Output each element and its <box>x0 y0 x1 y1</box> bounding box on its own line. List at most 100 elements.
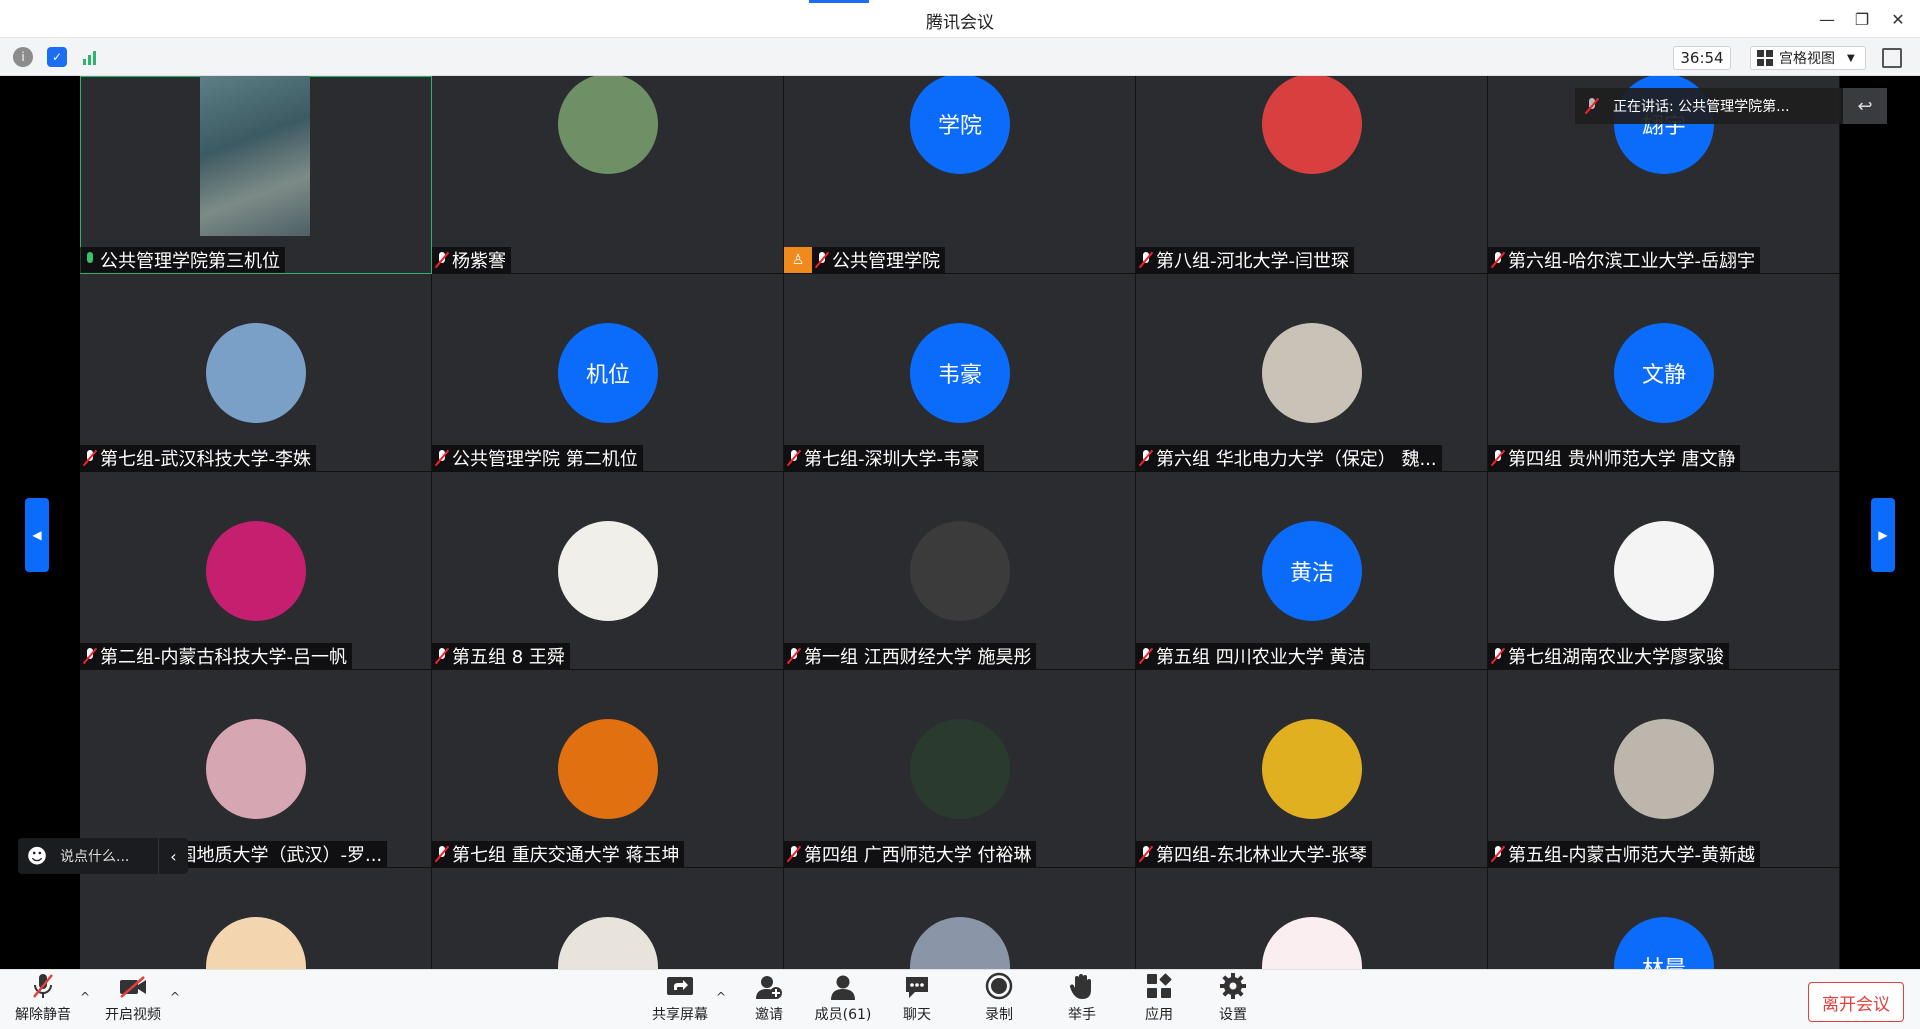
minimize-icon[interactable]: — <box>1813 6 1841 32</box>
participant-tile[interactable]: 第二组-内蒙古科技大学-吕一帆 <box>80 472 432 670</box>
mic-muted-icon <box>1490 647 1506 665</box>
participant-name-bar: 第七组湖南农业大学廖家骏 <box>1488 643 1729 669</box>
audio-options-caret[interactable]: ^ <box>78 990 92 1004</box>
participant-tile[interactable]: 第八组-河北大学-闫世琛 <box>1136 76 1488 274</box>
participant-tile[interactable]: 第七组湖南农业大学廖家骏 <box>1488 472 1840 670</box>
mic-muted-icon <box>786 647 802 665</box>
participant-name: 第二组-内蒙古科技大学-吕一帆 <box>100 647 347 668</box>
members-button[interactable]: 成员(61) <box>808 974 878 1026</box>
participant-name-bar: 第二组-内蒙古科技大学-吕一帆 <box>80 643 352 669</box>
shield-icon[interactable]: ✓ <box>47 47 67 67</box>
title-accent <box>809 0 869 3</box>
participant-name-bar: 第七组-深圳大学-韦豪 <box>784 445 984 471</box>
mic-muted-icon <box>434 845 450 863</box>
mic-muted-icon <box>1490 251 1506 269</box>
raise-hand-label: 举手 <box>1068 1007 1096 1023</box>
signal-icon[interactable] <box>81 47 101 67</box>
participant-name: 公共管理学院第三机位 <box>100 251 280 272</box>
participant-tile[interactable]: 第六组 华北电力大学（保定） 魏... <box>1136 274 1488 472</box>
record-button[interactable]: 录制 <box>964 972 1034 1026</box>
chat-placeholder[interactable]: 说点什么... <box>56 846 158 866</box>
participant-tile[interactable]: 杨紫謇 <box>432 76 784 274</box>
apps-button[interactable]: 应用 <box>1124 973 1194 1026</box>
participant-tile[interactable]: 学院 ♙ 公共管理学院 <box>784 76 1136 274</box>
mic-muted-icon <box>1138 647 1154 665</box>
participant-name-bar: 公共管理学院 第二机位 <box>432 445 643 471</box>
participant-name-bar: 第七组-武汉科技大学-李姝 <box>80 445 316 471</box>
mic-muted-icon <box>1490 449 1506 467</box>
record-label: 录制 <box>985 1007 1013 1023</box>
view-mode-dropdown[interactable]: 宫格视图 ▼ <box>1750 46 1866 70</box>
participant-tile[interactable]: 文静 第四组 贵州师范大学 唐文静 <box>1488 274 1840 472</box>
emoji-icon[interactable]: ☻ <box>18 838 56 874</box>
meeting-timer: 36:54 <box>1673 46 1731 70</box>
mic-on-icon <box>83 251 97 269</box>
restore-icon[interactable]: ❐ <box>1848 6 1876 32</box>
camera-off-icon <box>118 974 148 1000</box>
mic-muted-icon <box>1490 845 1506 863</box>
mic-muted-icon <box>1138 449 1154 467</box>
avatar <box>910 917 1010 969</box>
grid-view-icon <box>1757 50 1773 66</box>
participant-tile[interactable] <box>784 868 1136 969</box>
participant-name: 第五组 四川农业大学 黄洁 <box>1156 647 1366 668</box>
avatar <box>206 917 306 969</box>
next-page-button[interactable]: ▶ <box>1871 498 1895 572</box>
undock-icon[interactable]: ↩ <box>1843 88 1887 124</box>
active-speaker-banner: 正在讲话: 公共管理学院第... ↩ <box>1575 88 1887 124</box>
fullscreen-icon[interactable] <box>1882 48 1902 68</box>
participant-tile[interactable]: 第五组 8 王舜 <box>432 472 784 670</box>
participant-name: 第六组-哈尔滨工业大学-岳翃宇 <box>1508 251 1755 272</box>
avatar <box>1262 719 1362 819</box>
video-grid-stage: 公共管理学院第三机位 杨紫謇 学院 ♙ 公共管理学院 第八组-河北大学-闫世琛 翃宇 第六组-… <box>0 76 1920 969</box>
participant-name-bar: 第六组 华北电力大学（保定） 魏... <box>1136 445 1442 471</box>
participant-name: 第七组-深圳大学-韦豪 <box>804 449 979 470</box>
members-icon <box>828 974 858 1000</box>
participant-tile[interactable]: 第七组-武汉科技大学-李姝 <box>80 274 432 472</box>
participant-tile[interactable]: 第五组-内蒙古师范大学-黄新越 <box>1488 670 1840 868</box>
prev-page-button[interactable]: ◀ <box>25 498 49 572</box>
apps-label: 应用 <box>1145 1007 1173 1023</box>
invite-icon <box>754 974 784 1000</box>
participant-tile[interactable] <box>432 868 784 969</box>
mic-muted-icon <box>434 647 450 665</box>
participant-tile[interactable]: 黄洁第五组 四川农业大学 黄洁 <box>1136 472 1488 670</box>
avatar: 黄洁 <box>1262 521 1362 621</box>
invite-button[interactable]: 邀请 <box>734 974 804 1026</box>
leave-meeting-button[interactable]: 离开会议 <box>1808 982 1904 1022</box>
participant-tile[interactable]: 林晨 <box>1488 868 1840 969</box>
share-screen-button[interactable]: 共享屏幕 <box>645 974 715 1026</box>
participant-name: 第七组 重庆交通大学 蒋玉坤 <box>452 845 680 866</box>
participant-tile[interactable]: 韦豪 第七组-深圳大学-韦豪 <box>784 274 1136 472</box>
share-options-caret[interactable]: ^ <box>714 990 728 1004</box>
participant-tile[interactable]: 公共管理学院第三机位 <box>80 76 432 274</box>
participant-tile[interactable] <box>1136 868 1488 969</box>
settings-label: 设置 <box>1219 1007 1247 1023</box>
participant-name: 第八组-河北大学-闫世琛 <box>1156 251 1349 272</box>
mic-muted-icon <box>434 449 450 467</box>
collapse-chat-icon[interactable]: ‹ <box>158 838 188 874</box>
chevron-down-icon: ▼ <box>1847 52 1855 64</box>
raise-hand-button[interactable]: 举手 <box>1047 974 1117 1026</box>
participant-tile[interactable] <box>80 868 432 969</box>
video-options-caret[interactable]: ^ <box>168 990 182 1004</box>
start-video-button[interactable]: 开启视频 <box>98 974 168 1026</box>
mic-muted-icon <box>82 449 98 467</box>
avatar: 文静 <box>1614 323 1714 423</box>
avatar <box>206 521 306 621</box>
quick-chat-box[interactable]: ☻ 说点什么... ‹ <box>18 838 188 874</box>
participant-tile[interactable]: 第一组 江西财经大学 施昊彤 <box>784 472 1136 670</box>
info-icon[interactable]: i <box>13 47 33 67</box>
unmute-button[interactable]: 解除静音 <box>8 974 78 1026</box>
participant-name: 公共管理学院 第二机位 <box>452 449 638 470</box>
chat-button[interactable]: 聊天 <box>882 974 952 1026</box>
close-icon[interactable]: ✕ <box>1884 6 1912 32</box>
settings-button[interactable]: 设置 <box>1198 973 1268 1026</box>
participant-tile[interactable]: 第四组-东北林业大学-张琴 <box>1136 670 1488 868</box>
participant-tile[interactable]: 第七组 重庆交通大学 蒋玉坤 <box>432 670 784 868</box>
participant-tile[interactable]: 机位 公共管理学院 第二机位 <box>432 274 784 472</box>
participant-name-bar: 第四组-东北林业大学-张琴 <box>1136 841 1372 867</box>
avatar <box>1262 76 1362 174</box>
participant-video <box>200 76 310 236</box>
participant-tile[interactable]: 第四组 广西师范大学 付裕琳 <box>784 670 1136 868</box>
